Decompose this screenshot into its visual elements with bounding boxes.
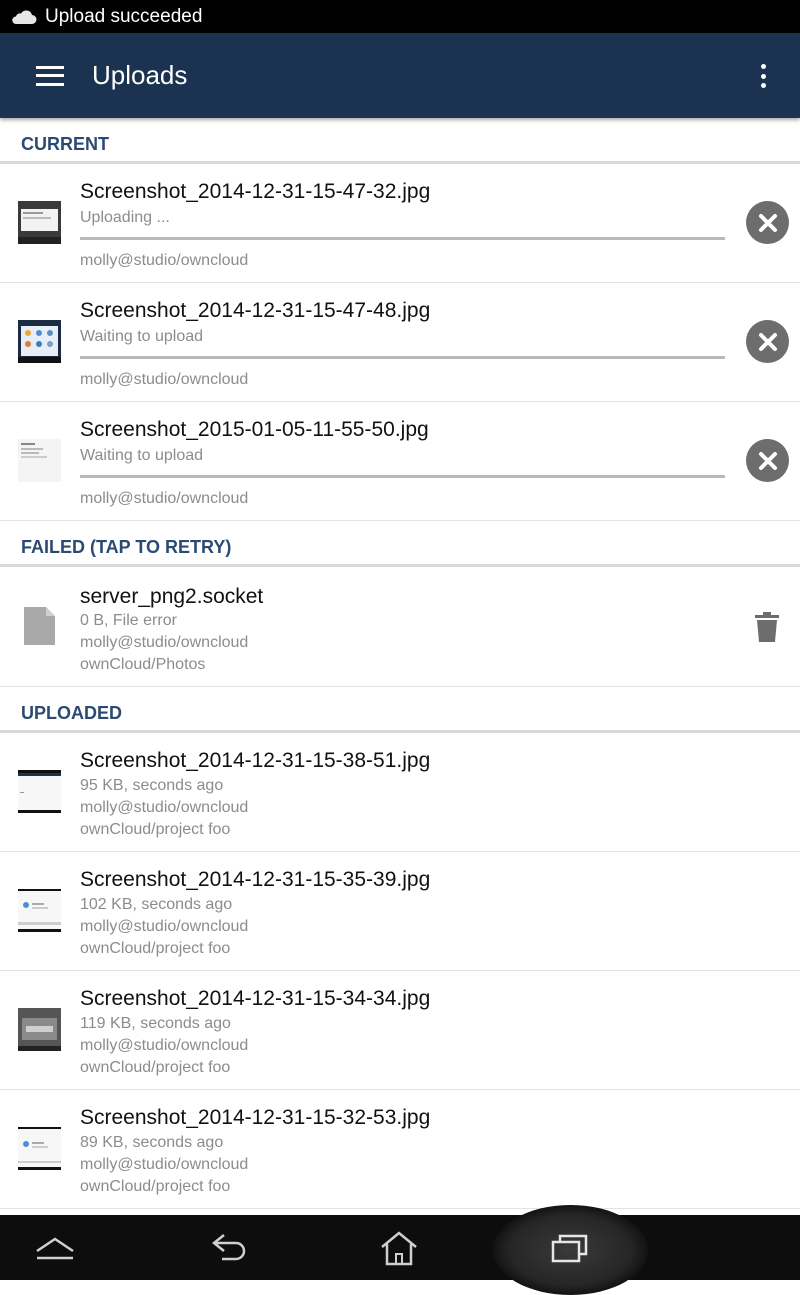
image-thumbnail bbox=[18, 439, 61, 482]
file-name: Screenshot_2014-12-31-15-38-51.jpg bbox=[80, 749, 431, 772]
back-icon bbox=[211, 1233, 246, 1260]
file-name: Screenshot_2014-12-31-15-35-39.jpg bbox=[80, 868, 431, 891]
upload-status: Waiting to upload bbox=[80, 328, 204, 345]
nav-up-button[interactable] bbox=[5, 1215, 105, 1280]
app-bar: Uploads bbox=[0, 33, 800, 118]
image-thumbnail bbox=[18, 770, 61, 813]
list-item[interactable]: Screenshot_2014-12-31-15-35-39.jpg 102 K… bbox=[0, 852, 800, 971]
recent-apps-icon bbox=[551, 1234, 588, 1262]
home-button[interactable] bbox=[349, 1215, 449, 1280]
recent-apps-button[interactable] bbox=[520, 1215, 620, 1280]
file-name: Screenshot_2014-12-31-15-32-53.jpg bbox=[80, 1106, 431, 1129]
close-icon bbox=[758, 451, 777, 470]
upload-progress-bar bbox=[80, 475, 725, 478]
delete-icon[interactable] bbox=[754, 612, 780, 642]
page-title: Uploads bbox=[92, 60, 188, 90]
cancel-upload-button[interactable] bbox=[746, 320, 789, 363]
account-name: molly@studio/owncloud bbox=[80, 252, 249, 269]
upload-status: Waiting to upload bbox=[80, 447, 204, 464]
remote-path: ownCloud/Photos bbox=[80, 656, 206, 673]
more-vert-icon[interactable] bbox=[760, 64, 766, 88]
upload-status: 0 B, File error bbox=[80, 612, 177, 629]
cancel-upload-button[interactable] bbox=[746, 201, 789, 244]
back-button[interactable] bbox=[180, 1215, 280, 1280]
list-item[interactable]: Screenshot_2014-12-31-15-32-53.jpg 89 KB… bbox=[0, 1090, 800, 1209]
upload-status: 89 KB, seconds ago bbox=[80, 1134, 224, 1151]
cloud-icon bbox=[12, 10, 37, 24]
account-name: molly@studio/owncloud bbox=[80, 799, 249, 816]
upload-status: 95 KB, seconds ago bbox=[80, 777, 224, 794]
remote-path: ownCloud/project foo bbox=[80, 1178, 231, 1195]
nav-up-icon bbox=[36, 1236, 74, 1259]
list-item[interactable]: server_png2.socket 0 B, File error molly… bbox=[0, 567, 800, 687]
close-icon bbox=[758, 213, 777, 232]
upload-status: 119 KB, seconds ago bbox=[80, 1015, 231, 1032]
status-text: Upload succeeded bbox=[45, 5, 203, 27]
list-item[interactable]: Screenshot_2014-12-31-15-38-51.jpg 95 KB… bbox=[0, 733, 800, 852]
image-thumbnail bbox=[18, 1008, 61, 1051]
file-name: Screenshot_2014-12-31-15-34-34.jpg bbox=[80, 987, 431, 1010]
upload-status: Uploading ... bbox=[80, 209, 170, 226]
file-icon bbox=[24, 607, 55, 645]
account-name: molly@studio/owncloud bbox=[80, 1037, 249, 1054]
file-name: Screenshot_2014-12-31-15-47-48.jpg bbox=[80, 299, 431, 322]
image-thumbnail bbox=[18, 889, 61, 932]
section-header-failed: FAILED (TAP TO RETRY) bbox=[0, 521, 800, 567]
home-icon bbox=[381, 1230, 417, 1265]
section-header-current: CURRENT bbox=[0, 118, 800, 164]
account-name: molly@studio/owncloud bbox=[80, 490, 249, 507]
upload-progress-bar bbox=[80, 356, 725, 359]
file-name: Screenshot_2015-01-05-11-55-50.jpg bbox=[80, 418, 429, 441]
account-name: molly@studio/owncloud bbox=[80, 371, 249, 388]
file-name: server_png2.socket bbox=[80, 585, 264, 608]
upload-progress-bar bbox=[80, 237, 725, 240]
hamburger-menu-icon[interactable] bbox=[36, 65, 64, 86]
image-thumbnail bbox=[18, 1127, 61, 1170]
cancel-upload-button[interactable] bbox=[746, 439, 789, 482]
account-name: molly@studio/owncloud bbox=[80, 634, 249, 651]
remote-path: ownCloud/project foo bbox=[80, 940, 231, 957]
file-name: Screenshot_2014-12-31-15-47-32.jpg bbox=[80, 180, 431, 203]
status-bar: Upload succeeded bbox=[0, 0, 800, 33]
uploads-list[interactable]: CURRENT Screenshot_2014-12-31-15-47-32.j… bbox=[0, 118, 800, 1215]
list-item[interactable]: Screenshot_2014-12-31-15-47-48.jpg Waiti… bbox=[0, 283, 800, 402]
system-nav-bar bbox=[0, 1205, 800, 1295]
account-name: molly@studio/owncloud bbox=[80, 918, 249, 935]
image-thumbnail bbox=[18, 320, 61, 363]
remote-path: ownCloud/project foo bbox=[80, 821, 231, 838]
close-icon bbox=[758, 332, 777, 351]
section-header-uploaded: UPLOADED bbox=[0, 687, 800, 733]
list-item[interactable]: Screenshot_2015-01-05-11-55-50.jpg Waiti… bbox=[0, 402, 800, 521]
remote-path: ownCloud/project foo bbox=[80, 1059, 231, 1076]
upload-status: 102 KB, seconds ago bbox=[80, 896, 233, 913]
image-thumbnail bbox=[18, 201, 61, 244]
list-item[interactable]: Screenshot_2014-12-31-15-34-34.jpg 119 K… bbox=[0, 971, 800, 1090]
account-name: molly@studio/owncloud bbox=[80, 1156, 249, 1173]
list-item[interactable]: Screenshot_2014-12-31-15-47-32.jpg Uploa… bbox=[0, 164, 800, 283]
